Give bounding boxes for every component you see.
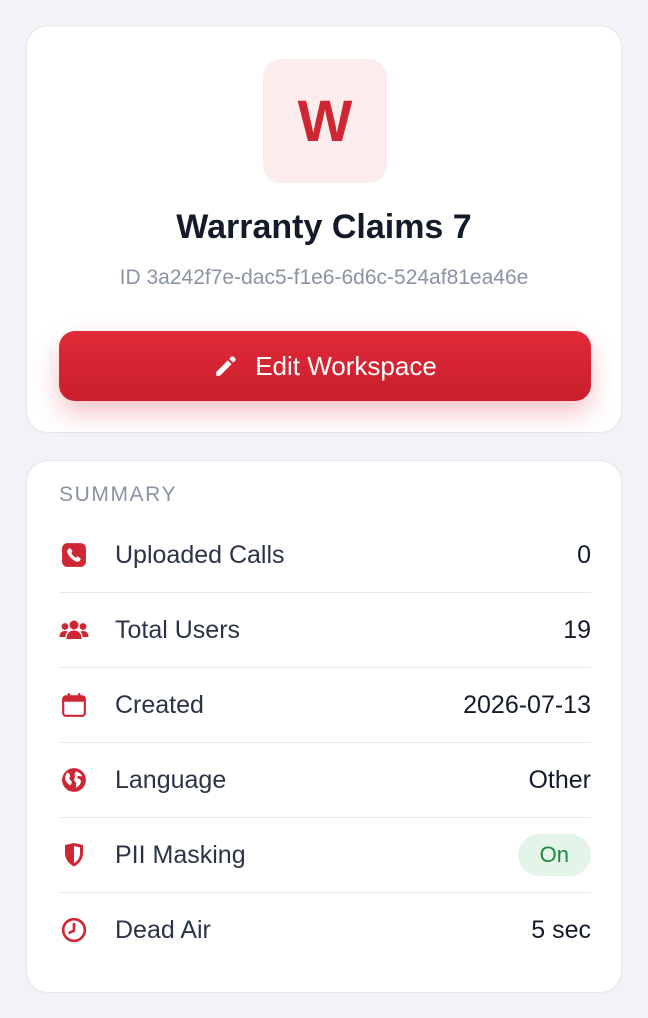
workspace-avatar: W [263, 59, 387, 183]
language-value: Other [528, 765, 591, 794]
summary-row-language: Language Other [59, 743, 591, 818]
dead-air-value: 5 sec [531, 915, 591, 944]
summary-row-dead-air: Dead Air 5 sec [59, 893, 591, 967]
summary-list: Uploaded Calls 0 Total Users 19 Created … [59, 518, 591, 967]
clock-icon [59, 915, 89, 945]
summary-card: SUMMARY Uploaded Calls 0 Total Users 19 … [26, 460, 622, 993]
workspace-card: W Warranty Claims 7 ID 3a242f7e-dac5-f1e… [26, 25, 622, 433]
summary-row-total-users: Total Users 19 [59, 593, 591, 668]
shield-icon [59, 840, 89, 870]
workspace-title: Warranty Claims 7 [176, 208, 472, 246]
created-value: 2026-07-13 [463, 690, 591, 719]
pii-masking-label: PII Masking [115, 840, 246, 869]
created-label: Created [115, 690, 204, 719]
dead-air-label: Dead Air [115, 915, 211, 944]
edit-workspace-label: Edit Workspace [255, 350, 437, 381]
summary-row-created: Created 2026-07-13 [59, 668, 591, 743]
globe-icon [59, 765, 89, 795]
phone-icon [59, 540, 89, 570]
edit-workspace-button[interactable]: Edit Workspace [59, 331, 591, 401]
uploaded-calls-label: Uploaded Calls [115, 540, 285, 569]
workspace-id: ID 3a242f7e-dac5-f1e6-6d6c-524af81ea46e [119, 266, 529, 289]
total-users-label: Total Users [115, 615, 241, 644]
language-label: Language [115, 765, 227, 794]
uploaded-calls-value: 0 [577, 540, 591, 569]
users-icon [59, 615, 89, 645]
total-users-value: 19 [563, 615, 591, 644]
summary-row-pii-masking: PII Masking On [59, 818, 591, 893]
summary-heading: SUMMARY [59, 483, 178, 506]
calendar-icon [59, 690, 89, 720]
status-badge: On [517, 834, 591, 876]
pencil-icon [213, 353, 239, 379]
summary-row-uploaded-calls: Uploaded Calls 0 [59, 518, 591, 593]
